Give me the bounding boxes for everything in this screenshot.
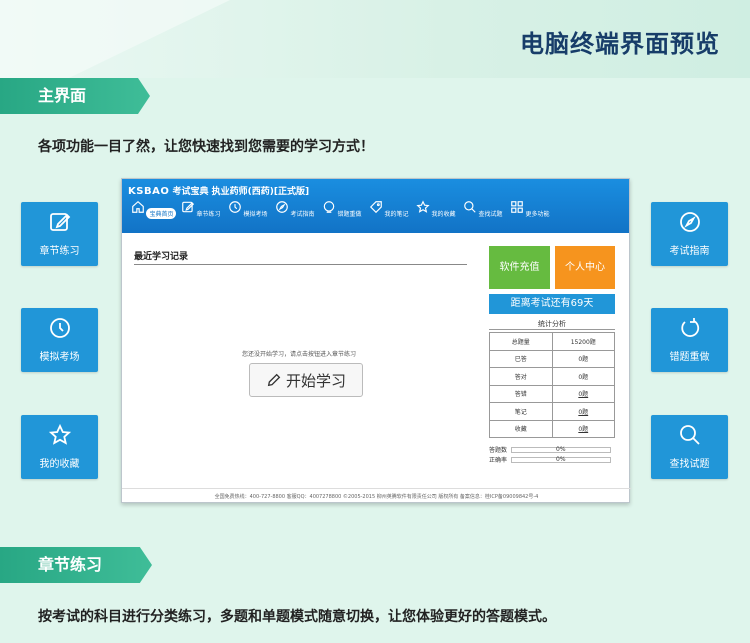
table-row: 已答 0题 [489, 349, 615, 368]
nav-label: 错题重做 [337, 211, 362, 218]
side-card-label: 章节练习 [39, 246, 80, 257]
nav-item-guide[interactable]: 考试指南 [271, 200, 318, 230]
search-icon [463, 201, 476, 213]
recent-records-title: 最近学习记录 [134, 252, 189, 262]
tag-icon [369, 201, 382, 214]
nav-label: 模拟考场 [243, 211, 268, 218]
answer-rate-value: 0% [556, 445, 566, 453]
nav-item-home[interactable]: 宝典首页 [130, 200, 177, 230]
table-row: 答错 0题 [489, 384, 615, 403]
stats-label: 答错 [489, 384, 553, 403]
divider [134, 264, 467, 265]
correct-rate-bar: 0% [511, 455, 612, 463]
nav-item-chapter[interactable]: 章节练习 [177, 200, 224, 230]
page-title: 电脑终端界面预览 [520, 30, 720, 58]
redo-icon [323, 201, 334, 213]
search-icon [679, 425, 700, 445]
section-ribbon-main: 主界面 [0, 78, 150, 114]
nav-label: 考试指南 [290, 211, 315, 218]
edit-icon [181, 201, 194, 213]
app-footer: 全国免费热线：400-727-8800 客服QQ：4007278800 ©200… [122, 488, 631, 504]
star-icon [48, 423, 71, 445]
side-card-redo-wrong[interactable]: 错题重做 [651, 308, 728, 372]
nav-item-more[interactable]: 更多功能 [506, 200, 553, 230]
user-center-button[interactable]: 个人中心 [555, 246, 615, 289]
app-header: KSBAO 考试宝典 执业药师(西药)[正式版] 宝典首页 章节练习 模拟考场 … [122, 179, 629, 233]
side-card-label: 错题重做 [669, 352, 710, 363]
side-card-exam-guide[interactable]: 考试指南 [651, 202, 728, 266]
empty-message: 您还没开始学习，请点击按钮进入章节练习 [242, 351, 357, 358]
table-row: 收藏 0题 [489, 419, 615, 438]
nav-label: 我的收藏 [431, 211, 456, 218]
answer-rate-label: 答题数 [489, 447, 508, 454]
star-icon [415, 200, 430, 213]
stats-value: 0题 [551, 349, 615, 368]
stats-label: 笔记 [489, 402, 553, 421]
redo-icon [680, 318, 699, 337]
nav-label: 宝典首页 [146, 208, 177, 219]
answer-rate: 答题数 0% [489, 445, 612, 454]
nav-item-mock[interactable]: 模拟考场 [224, 200, 271, 230]
app-body: 最近学习记录 您还没开始学习，请点击按钮进入章节练习 开始学习 软件充值 个人中… [122, 233, 631, 488]
section-ribbon-chapter: 章节练习 [0, 547, 152, 583]
recharge-button[interactable]: 软件充值 [489, 246, 550, 289]
table-row: 总题量 15200题 [489, 332, 615, 351]
app-brand: KSBAO 考试宝典 执业药师(西药)[正式版] [128, 184, 309, 197]
pencil-icon [267, 373, 281, 387]
clock-icon [228, 201, 241, 213]
nav-item-favorites[interactable]: 我的收藏 [412, 200, 459, 230]
nav-item-search[interactable]: 查找试题 [459, 200, 506, 230]
compass-icon [275, 201, 288, 213]
section-description-chapter: 按考试的科目进行分类练习，多题和单题模式随意切换，让您体验更好的答题模式。 [38, 609, 556, 625]
nav-label: 查找试题 [478, 211, 503, 218]
nav-item-redo[interactable]: 错题重做 [318, 200, 365, 230]
stats-value[interactable]: 0题 [551, 384, 615, 403]
home-icon [131, 200, 144, 213]
nav-label: 更多功能 [525, 211, 550, 218]
clock-icon [49, 318, 70, 338]
grid-icon [510, 201, 523, 213]
side-card-label: 查找试题 [669, 459, 710, 470]
table-row: 答对 0题 [489, 367, 615, 386]
subject-title: 执业药师(西药)[正式版] [211, 187, 310, 197]
brand-logo: KSBAO [128, 186, 170, 197]
brand-subtitle: 考试宝典 [172, 187, 209, 197]
side-card-find-questions[interactable]: 查找试题 [651, 415, 728, 479]
start-learning-label: 开始学习 [285, 371, 346, 390]
stats-value[interactable]: 0题 [551, 402, 615, 421]
stats-label: 已答 [489, 349, 553, 368]
edit-icon [49, 213, 70, 231]
table-row: 笔记 0题 [489, 402, 615, 421]
start-learning-button[interactable]: 开始学习 [249, 363, 363, 397]
stats-label: 答对 [489, 367, 553, 386]
side-card-chapter-practice[interactable]: 章节练习 [21, 202, 98, 266]
stats-value: 15200题 [551, 332, 615, 351]
side-card-label: 考试指南 [669, 246, 710, 257]
divider [489, 329, 615, 330]
side-card-label: 我的收藏 [39, 459, 80, 470]
stats-table: 总题量 15200题 已答 0题 答对 0题 答错 0题 笔记 0题 收藏 0题 [489, 332, 615, 438]
side-card-favorites[interactable]: 我的收藏 [21, 415, 98, 479]
stats-title: 统计分析 [538, 320, 566, 328]
app-nav: 宝典首页 章节练习 模拟考场 考试指南 错题重做 我的笔记 我的收藏 查找试题 … [130, 200, 553, 230]
nav-item-notes[interactable]: 我的笔记 [365, 200, 412, 230]
exam-countdown: 距离考试还有69天 [489, 294, 615, 314]
compass-icon [679, 212, 700, 232]
side-card-mock-exam[interactable]: 模拟考场 [21, 308, 98, 372]
stats-label: 收藏 [489, 419, 553, 438]
section-description-main: 各项功能一目了然，让您快速找到您需要的学习方式！ [38, 139, 374, 155]
stats-value: 0题 [551, 367, 615, 386]
answer-rate-bar: 0% [511, 445, 612, 453]
stats-value[interactable]: 0题 [551, 419, 615, 438]
app-window: KSBAO 考试宝典 执业药师(西药)[正式版] 宝典首页 章节练习 模拟考场 … [121, 178, 631, 504]
correct-rate: 正确率 0% [489, 455, 612, 464]
stats-label: 总题量 [489, 332, 553, 351]
side-card-label: 模拟考场 [39, 352, 80, 363]
correct-rate-label: 正确率 [489, 457, 508, 464]
nav-label: 章节练习 [196, 211, 221, 218]
nav-label: 我的笔记 [384, 211, 409, 218]
correct-rate-value: 0% [556, 455, 566, 463]
